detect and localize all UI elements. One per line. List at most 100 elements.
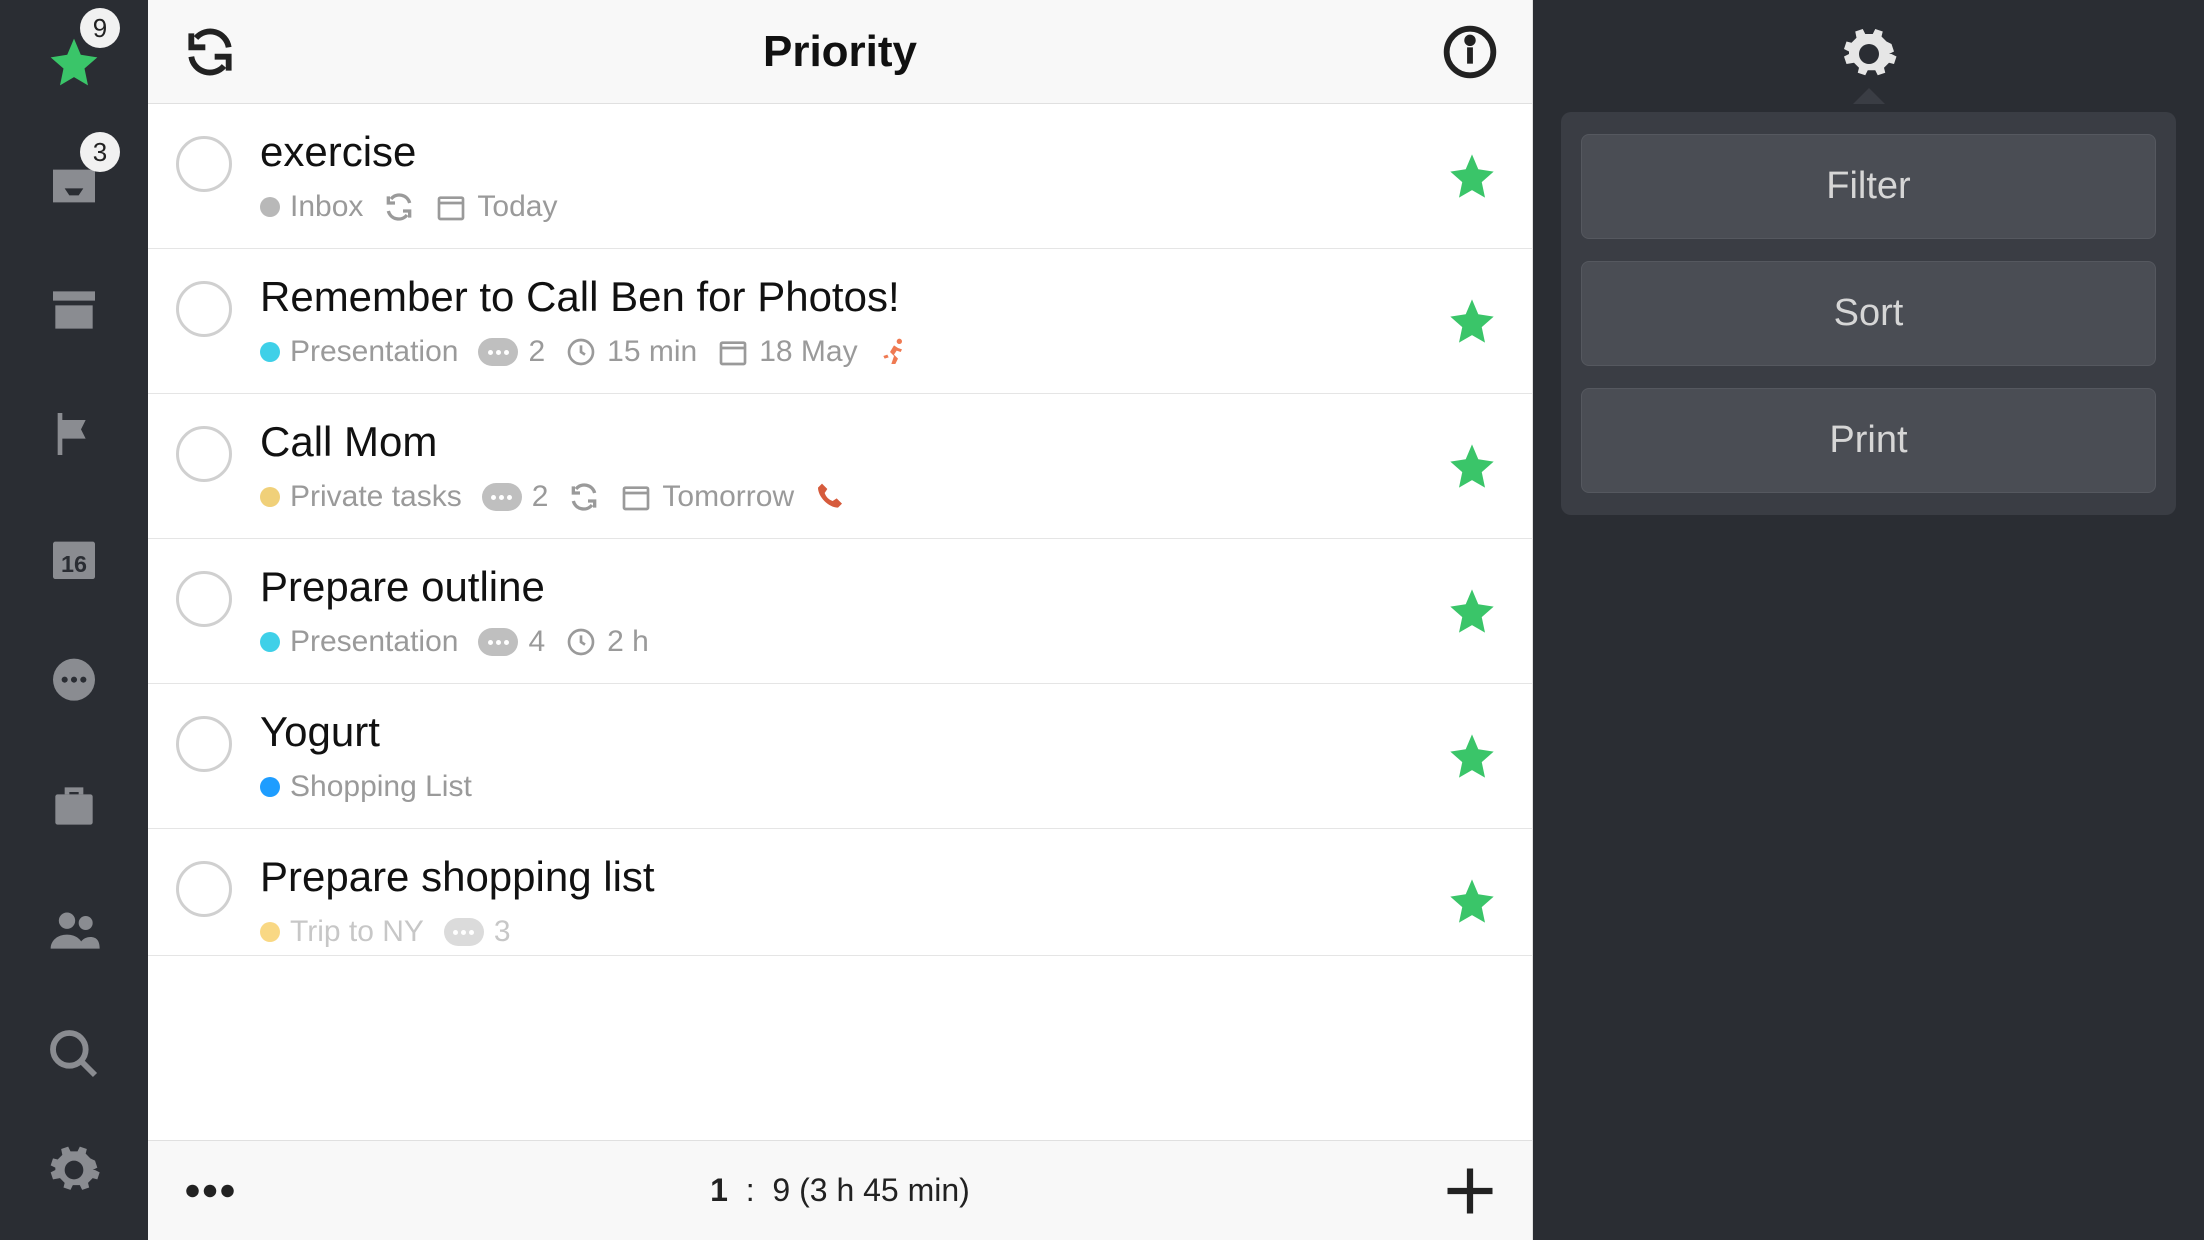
settings-popover-anchor[interactable]: [1839, 24, 1899, 84]
clock-icon: [565, 336, 597, 368]
task-title: Prepare shopping list: [260, 853, 1416, 901]
context-phone: [814, 481, 846, 513]
sidebar-item-inbox[interactable]: 3: [36, 148, 112, 224]
task-row[interactable]: Prepare outline Presentation 4 2 h: [148, 539, 1532, 684]
list-dot: [260, 777, 280, 797]
gear-icon: [1839, 24, 1899, 84]
sidebar: 9 3 16: [0, 0, 148, 1240]
sidebar-item-calendar[interactable]: 16: [36, 520, 112, 596]
duration-indicator: 15 min: [565, 335, 697, 369]
task-list[interactable]: exercise Inbox Today Remember to Call Be…: [148, 104, 1532, 1140]
clock-icon: [565, 626, 597, 658]
comments-indicator: 2: [482, 480, 549, 514]
task-checkbox[interactable]: [176, 136, 232, 192]
task-checkbox[interactable]: [176, 426, 232, 482]
task-title: Remember to Call Ben for Photos!: [260, 273, 1416, 321]
gear-icon: [46, 1142, 102, 1198]
list-dot: [260, 487, 280, 507]
repeat-icon: [568, 481, 600, 513]
task-star[interactable]: [1444, 438, 1500, 494]
repeat-indicator: [383, 191, 415, 223]
task-list-name: Private tasks: [290, 480, 462, 514]
calendar-icon: 16: [46, 530, 102, 586]
list-dot: [260, 632, 280, 652]
main-footer: 1 : 9 (3 h 45 min): [148, 1140, 1532, 1240]
info-button[interactable]: [1440, 22, 1500, 82]
duration-indicator: 2 h: [565, 625, 649, 659]
date-indicator: 18 May: [717, 335, 857, 369]
task-row[interactable]: Prepare shopping list Trip to NY 3: [148, 829, 1532, 956]
calendar-small-icon: [435, 191, 467, 223]
comments-indicator: 3: [444, 915, 511, 949]
search-icon: [46, 1026, 102, 1082]
task-checkbox[interactable]: [176, 281, 232, 337]
more-icon: [180, 1161, 240, 1221]
task-row[interactable]: exercise Inbox Today: [148, 104, 1532, 249]
task-row[interactable]: Call Mom Private tasks 2 Tomorrow: [148, 394, 1532, 539]
sidebar-item-search[interactable]: [36, 1016, 112, 1092]
settings-popover: Filter Sort Print: [1561, 112, 2176, 515]
list-dot: [260, 197, 280, 217]
repeat-indicator: [568, 481, 600, 513]
sidebar-item-people[interactable]: [36, 892, 112, 968]
info-icon: [1442, 24, 1498, 80]
task-star[interactable]: [1444, 583, 1500, 639]
comments-indicator: 4: [478, 625, 545, 659]
add-button[interactable]: [1440, 1161, 1500, 1221]
running-icon: [878, 336, 910, 368]
flag-icon: [46, 406, 102, 462]
sidebar-item-priority[interactable]: 9: [36, 24, 112, 100]
inbox-badge: 3: [80, 132, 120, 172]
sidebar-item-settings[interactable]: [36, 1132, 112, 1208]
list-dot: [260, 922, 280, 942]
task-checkbox[interactable]: [176, 861, 232, 917]
sidebar-item-flag[interactable]: [36, 396, 112, 472]
page-title: Priority: [763, 27, 917, 77]
task-star[interactable]: [1444, 293, 1500, 349]
archive-icon: [46, 282, 102, 338]
sidebar-item-suitcase[interactable]: [36, 768, 112, 844]
phone-icon: [814, 481, 846, 513]
task-list-name: Trip to NY: [290, 915, 424, 949]
task-list-name: Presentation: [290, 625, 458, 659]
task-checkbox[interactable]: [176, 571, 232, 627]
repeat-icon: [383, 191, 415, 223]
sort-button[interactable]: Sort: [1581, 261, 2156, 366]
priority-badge: 9: [80, 8, 120, 48]
task-title: Yogurt: [260, 708, 1416, 756]
sidebar-item-chat[interactable]: [36, 644, 112, 720]
task-title: exercise: [260, 128, 1416, 176]
chat-icon: [46, 654, 102, 710]
calendar-small-icon: [620, 481, 652, 513]
filter-button[interactable]: Filter: [1581, 134, 2156, 239]
comments-indicator: 2: [478, 335, 545, 369]
print-button[interactable]: Print: [1581, 388, 2156, 493]
plus-icon: [1440, 1161, 1500, 1221]
date-indicator: Today: [435, 190, 557, 224]
date-indicator: Tomorrow: [620, 480, 794, 514]
sidebar-item-archive[interactable]: [36, 272, 112, 348]
task-list-name: Presentation: [290, 335, 458, 369]
more-button[interactable]: [180, 1161, 240, 1221]
right-panel: Filter Sort Print: [1533, 0, 2204, 1240]
task-star[interactable]: [1444, 728, 1500, 784]
calendar-small-icon: [717, 336, 749, 368]
main-panel: Priority exercise Inbox Today Remember t…: [148, 0, 1533, 1240]
task-star[interactable]: [1444, 148, 1500, 204]
task-title: Call Mom: [260, 418, 1416, 466]
sync-icon: [182, 24, 238, 80]
task-list-name: Shopping List: [290, 770, 472, 804]
sync-button[interactable]: [180, 22, 240, 82]
footer-status: 1 : 9 (3 h 45 min): [710, 1172, 970, 1209]
task-title: Prepare outline: [260, 563, 1416, 611]
task-row[interactable]: Remember to Call Ben for Photos! Present…: [148, 249, 1532, 394]
task-row[interactable]: Yogurt Shopping List: [148, 684, 1532, 829]
people-icon: [46, 902, 102, 958]
context-running: [878, 336, 910, 368]
suitcase-icon: [46, 778, 102, 834]
svg-text:16: 16: [61, 551, 87, 577]
task-list-name: Inbox: [290, 190, 363, 224]
task-checkbox[interactable]: [176, 716, 232, 772]
task-star[interactable]: [1444, 873, 1500, 929]
list-dot: [260, 342, 280, 362]
